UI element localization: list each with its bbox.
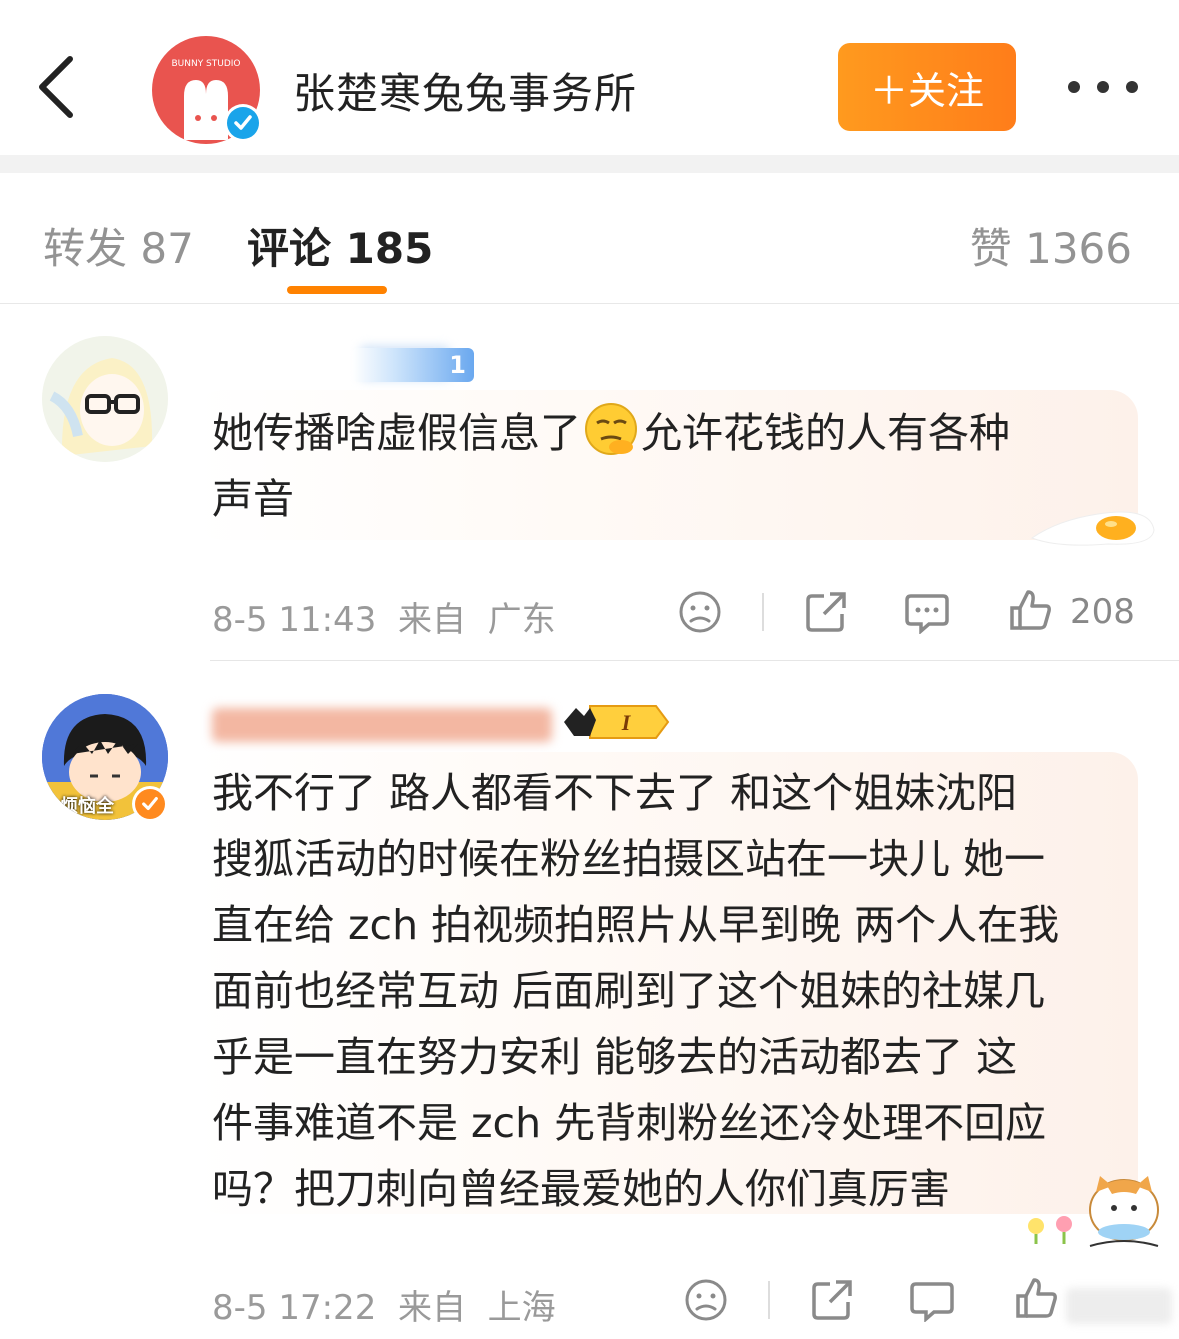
cartoon-avatar-icon bbox=[42, 336, 168, 462]
fan-badge: 1 bbox=[352, 348, 474, 382]
action-divider bbox=[768, 1281, 770, 1319]
avatar-caption: 烦恼全 bbox=[60, 796, 114, 817]
share-icon[interactable] bbox=[810, 1278, 854, 1322]
comment-icon[interactable] bbox=[905, 590, 949, 634]
action-divider bbox=[762, 593, 764, 631]
follow-button[interactable]: ＋关注 bbox=[838, 43, 1016, 131]
comment-text: 我不行了 路人都看不下去了 和这个姐妹沈阳 搜狐活动的时候在粉丝拍摄区站在一块儿… bbox=[212, 769, 1060, 1213]
back-arrow-icon[interactable] bbox=[34, 55, 78, 119]
comment-time: 8-5 11:43 来自 广东 bbox=[212, 600, 556, 640]
username-redacted[interactable] bbox=[212, 708, 552, 742]
thumbs-up-icon[interactable] bbox=[1008, 588, 1052, 632]
tab-like[interactable]: 赞 1366 bbox=[970, 215, 1132, 276]
verified-orange-icon bbox=[132, 786, 168, 822]
comment-divider bbox=[210, 660, 1179, 661]
svg-text:I: I bbox=[621, 710, 632, 735]
cat-sticker-icon bbox=[1028, 1176, 1159, 1247]
tab-repost[interactable]: 转发 87 bbox=[43, 215, 194, 276]
comment-time: 8-5 17:22 来自 上海 bbox=[212, 1288, 556, 1328]
commenter-avatar[interactable] bbox=[42, 336, 168, 462]
active-tab-indicator bbox=[287, 286, 387, 294]
watermark-overlay bbox=[1066, 1288, 1172, 1324]
page-title: 张楚寒兔兔事务所 bbox=[293, 69, 638, 118]
dislike-face-icon[interactable] bbox=[678, 590, 722, 634]
tab-bar: 转发 87 评论 185 赞 1366 bbox=[0, 173, 1179, 304]
share-icon[interactable] bbox=[804, 590, 848, 634]
section-separator bbox=[0, 155, 1179, 173]
thumbs-up-icon[interactable] bbox=[1014, 1276, 1058, 1320]
like-count: 208 bbox=[1070, 592, 1135, 632]
top-bar: BUNNY STUDIO 张楚寒兔兔事务所 ＋关注 bbox=[0, 0, 1179, 155]
dislike-face-icon[interactable] bbox=[684, 1278, 728, 1322]
tab-comment[interactable]: 评论 185 bbox=[247, 215, 433, 276]
thinking-emoji-icon bbox=[585, 403, 637, 455]
more-options-icon[interactable] bbox=[1068, 72, 1138, 102]
fried-egg-icon bbox=[1030, 511, 1155, 546]
verified-badge-icon bbox=[224, 104, 262, 142]
comment-icon[interactable] bbox=[910, 1278, 954, 1322]
comment-text: 她传播啥虚假信息了 允许花钱的人有各种 声音 bbox=[212, 400, 1010, 532]
fan-level-badge: I bbox=[564, 705, 670, 739]
